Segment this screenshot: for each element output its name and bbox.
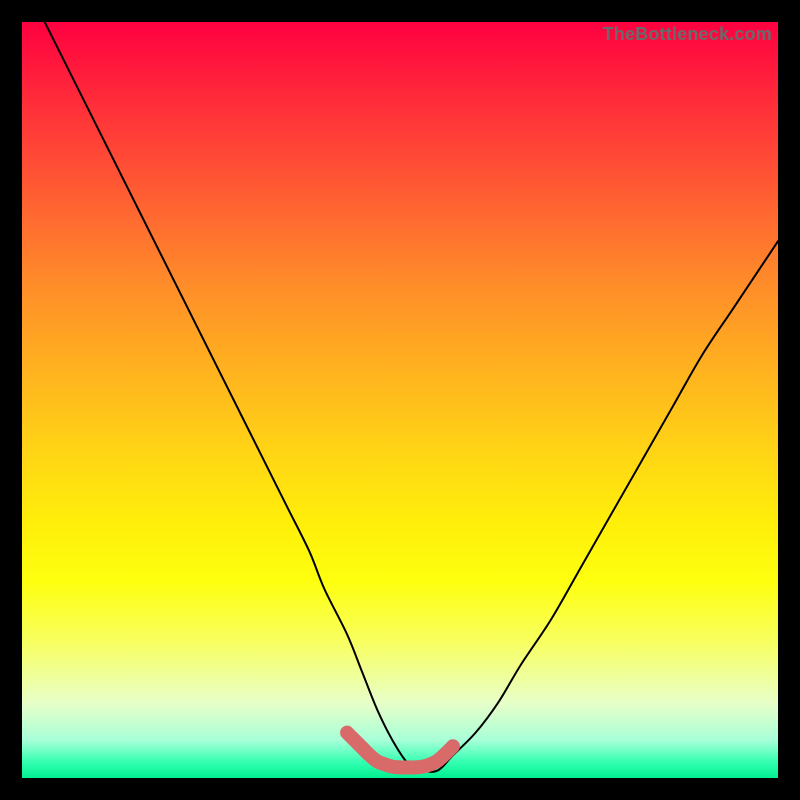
plot-area: TheBottleneck.com [22,22,778,778]
optimal-band-path [347,733,453,768]
bottleneck-curve-path [45,22,778,772]
chart-frame: TheBottleneck.com [0,0,800,800]
chart-svg [22,22,778,778]
